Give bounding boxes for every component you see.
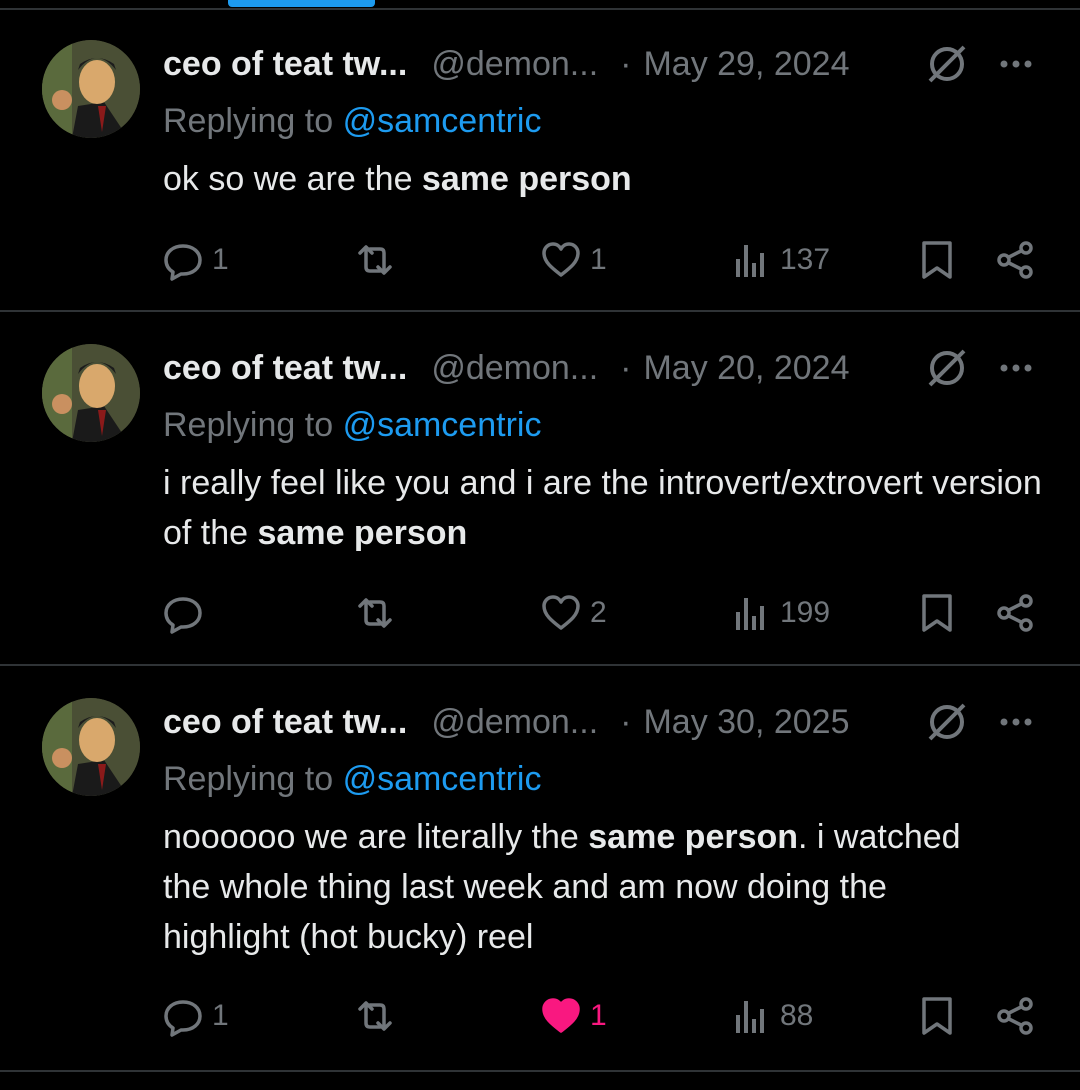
user-handle[interactable]: @demon...: [431, 703, 598, 742]
bar-chart-icon: [736, 1001, 764, 1033]
separator: ·: [620, 702, 632, 741]
like-button[interactable]: 1: [540, 992, 607, 1040]
tweet-text: noooooo we are literally the same person…: [163, 812, 983, 962]
no-entry-icon[interactable]: [926, 701, 968, 743]
text-segment: noooooo we are literally the: [163, 818, 589, 856]
share-button[interactable]: [994, 992, 1036, 1040]
bookmark-button[interactable]: [916, 992, 958, 1040]
action-bar: 1 1 88: [0, 992, 1080, 1040]
reply-button[interactable]: 1: [162, 992, 229, 1040]
bookmark-icon: [922, 997, 952, 1035]
replying-label: Replying to: [163, 760, 334, 798]
tweet-divider: [0, 1070, 1080, 1072]
display-name[interactable]: ceo of teat tw...: [163, 703, 407, 742]
speech-bubble-icon: [164, 1000, 202, 1037]
view-count: 88: [780, 999, 814, 1032]
reply-count: 1: [212, 999, 229, 1032]
timestamp[interactable]: May 30, 2025: [643, 703, 849, 742]
retweet-icon: [358, 1001, 392, 1031]
heart-icon: [542, 998, 580, 1033]
highlighted-text: same person: [588, 818, 799, 856]
tweet-header: ceo of teat tw... @demon... · May 30, 20…: [163, 700, 850, 744]
like-count: 1: [590, 999, 607, 1032]
mention-link[interactable]: @samcentric: [343, 760, 542, 798]
replying-to: Replying to @samcentric: [163, 760, 541, 799]
retweet-button[interactable]: [354, 992, 404, 1040]
more-icon[interactable]: [996, 702, 1036, 742]
tweet[interactable]: ceo of teat tw... @demon... · May 30, 20…: [0, 0, 1080, 1074]
share-icon: [997, 997, 1033, 1035]
views-button[interactable]: 88: [730, 992, 813, 1040]
avatar[interactable]: [42, 698, 140, 796]
